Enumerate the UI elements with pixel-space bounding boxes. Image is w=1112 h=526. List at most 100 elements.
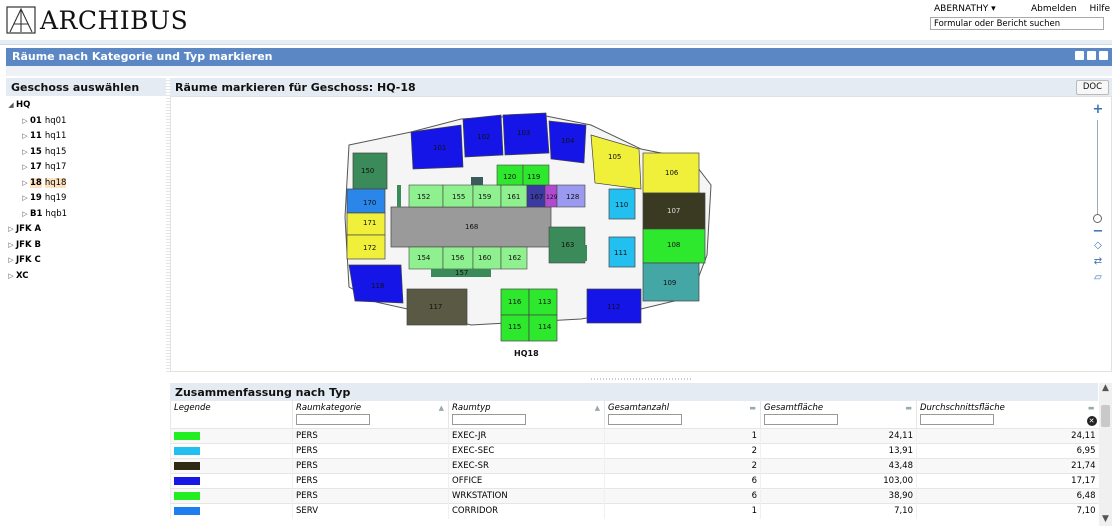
tree-floor-15[interactable]: ▷ 15 hq15	[6, 145, 166, 161]
tree-floor-01[interactable]: ▷ 01 hq01	[6, 114, 166, 130]
collapsed-arrow-icon[interactable]: ▷	[20, 114, 30, 130]
svg-text:172: 172	[363, 244, 376, 252]
floor-label: HQ18	[514, 349, 539, 358]
svg-text:116: 116	[508, 298, 522, 306]
email-icon[interactable]	[1099, 51, 1108, 60]
rotate-icon[interactable]: ⇄	[1092, 256, 1104, 267]
user-menu[interactable]: ABERNATHY ▾	[934, 4, 996, 14]
tree-floor-17[interactable]: ▷ 17 hq17	[6, 160, 166, 176]
tree-floor-11[interactable]: ▷ 11 hq11	[6, 129, 166, 145]
scroll-up-icon[interactable]: ▲	[1099, 383, 1112, 395]
svg-text:159: 159	[478, 193, 491, 201]
drawing-title-bar: Räume markieren für Geschoss: HQ-18 DOC	[170, 78, 1112, 96]
tree-building-jfk-b[interactable]: ▷ JFK B	[6, 238, 166, 254]
tree-floor-19[interactable]: ▷ 19 hq19	[6, 191, 166, 207]
svg-text:105: 105	[608, 153, 621, 161]
collapsed-arrow-icon[interactable]: ▷	[6, 269, 16, 285]
collapsed-arrow-icon[interactable]: ▷	[20, 191, 30, 207]
collapsed-arrow-icon[interactable]: ▷	[20, 160, 30, 176]
floor-select-title: Geschoss auswählen	[6, 78, 166, 96]
sort-asc-icon[interactable]: ▲	[595, 404, 600, 412]
sort-asc-icon[interactable]: ▲	[439, 404, 444, 412]
zoom-slider-handle[interactable]	[1093, 214, 1102, 223]
svg-text:101: 101	[433, 144, 446, 152]
doc-button[interactable]: DOC	[1075, 80, 1109, 95]
help-link[interactable]: Hilfe	[1090, 4, 1110, 14]
zoom-in-icon[interactable]: +	[1091, 102, 1105, 117]
zoom-control: + − ◇ ⇄ ▱	[1091, 102, 1105, 292]
collapsed-arrow-icon[interactable]: ▷	[6, 238, 16, 254]
column-header-legend: Legende	[170, 401, 293, 413]
svg-text:163: 163	[561, 241, 574, 249]
column-header-count[interactable]: Gesamtanzahl ▬	[604, 401, 761, 413]
report-search-input[interactable]: Formular oder Bericht suchen	[930, 17, 1104, 30]
svg-text:104: 104	[561, 137, 575, 145]
table-row[interactable]: PERS EXEC-JR 1 24,11 24,11	[170, 428, 1099, 444]
table-row[interactable]: PERS EXEC-SEC 2 13,91 6,95	[170, 443, 1099, 459]
clear-filter-icon[interactable]: ✕	[1086, 416, 1097, 426]
table-row[interactable]: PERS OFFICE 6 103,00 17,17	[170, 473, 1099, 489]
zoom-slider[interactable]	[1097, 120, 1098, 220]
collapsed-arrow-icon[interactable]: ▷	[20, 145, 30, 161]
table-row[interactable]: SERV CORRIDOR 1 7,10 7,10	[170, 503, 1099, 519]
add-favorite-icon[interactable]	[1075, 51, 1084, 60]
column-header-type[interactable]: Raumtyp ▲	[448, 401, 605, 413]
collapsed-arrow-icon[interactable]: ▷	[20, 176, 30, 192]
floor-plan[interactable]: 101102 103 104105106 107108109 110111112 …	[171, 97, 1111, 371]
tree-building-jfk-c[interactable]: ▷ JFK C	[6, 253, 166, 269]
fit-view-icon[interactable]: ◇	[1092, 240, 1104, 251]
svg-text:152: 152	[417, 193, 430, 201]
top-bar: ARCHIBUS ABERNATHY ▾ Abmelden Hilfe Form…	[0, 0, 1112, 40]
svg-text:162: 162	[508, 254, 521, 262]
collapsed-arrow-icon[interactable]: ▷	[20, 207, 30, 223]
svg-text:128: 128	[566, 193, 579, 201]
floor-tree: ◢ HQ ▷ 01 hq01 ▷ 11 hq11 ▷ 15 hq15 ▷ 17 hq17 ▷ 18 h…	[6, 96, 166, 284]
svg-text:167: 167	[530, 193, 543, 201]
collapsed-arrow-icon[interactable]: ▷	[6, 253, 16, 269]
summary-resize-handle[interactable]	[170, 376, 1112, 382]
tree-building-hq[interactable]: ◢ HQ	[6, 98, 166, 114]
tree-floor-18[interactable]: ▷ 18 hq18	[6, 176, 166, 192]
tree-building-xc[interactable]: ▷ XC	[6, 269, 166, 285]
room-105	[590, 134, 642, 190]
tree-floor-b1[interactable]: ▷ B1 hqb1	[6, 207, 166, 223]
filter-count-input[interactable]	[608, 414, 682, 425]
column-header-avg-area[interactable]: Durchschnittsfläche ▬ ✕	[916, 401, 1099, 426]
sort-none-icon[interactable]: ▬	[749, 404, 756, 412]
svg-text:117: 117	[429, 303, 442, 311]
legend-swatch	[174, 491, 200, 500]
collapsed-arrow-icon[interactable]: ▷	[6, 222, 16, 238]
scroll-down-icon[interactable]: ▼	[1099, 514, 1112, 526]
expanded-arrow-icon[interactable]: ◢	[6, 98, 16, 114]
filter-type-input[interactable]	[452, 414, 526, 425]
column-header-area[interactable]: Gesamtfläche ▬	[760, 401, 917, 413]
view-title-bar: Räume nach Kategorie und Typ markieren	[6, 48, 1112, 66]
filter-category-input[interactable]	[296, 414, 370, 425]
filter-avg-area-input[interactable]	[920, 414, 994, 425]
column-header-category[interactable]: Raumkategorie ▲	[292, 401, 449, 413]
filter-area-input[interactable]	[764, 414, 838, 425]
summary-scrollbar[interactable]: ▲ ▼	[1099, 383, 1112, 526]
floor-plan-canvas[interactable]: 101 102 103 104 105 106 107 108 109 110 111 112 …	[170, 96, 1112, 372]
sort-none-icon[interactable]: ▬	[905, 404, 912, 412]
svg-text:111: 111	[614, 249, 627, 257]
summary-title: Zusammenfassung nach Typ	[170, 383, 1098, 401]
svg-text:154: 154	[417, 254, 431, 262]
logo-text: ARCHIBUS	[40, 5, 189, 35]
svg-text:107: 107	[667, 207, 680, 215]
table-row[interactable]: PERS EXEC-SR 2 43,48 21,74	[170, 458, 1099, 474]
header-splitter[interactable]	[0, 40, 1112, 45]
select-window-icon[interactable]: ▱	[1092, 272, 1104, 283]
print-icon[interactable]	[1087, 51, 1096, 60]
collapsed-arrow-icon[interactable]: ▷	[20, 129, 30, 145]
table-row[interactable]: PERS WRKSTATION 6 38,90 6,48	[170, 488, 1099, 504]
logout-link[interactable]: Abmelden	[1031, 4, 1077, 14]
sort-none-icon[interactable]: ▬	[1088, 404, 1095, 412]
svg-text:118: 118	[371, 282, 384, 290]
room-125	[471, 177, 483, 185]
scroll-thumb[interactable]	[1101, 405, 1110, 427]
user-area: ABERNATHY ▾ Abmelden Hilfe Formular oder…	[930, 4, 1110, 30]
title-splitter[interactable]	[6, 66, 1112, 76]
zoom-out-icon[interactable]: −	[1091, 224, 1105, 239]
tree-building-jfk-a[interactable]: ▷ JFK A	[6, 222, 166, 238]
